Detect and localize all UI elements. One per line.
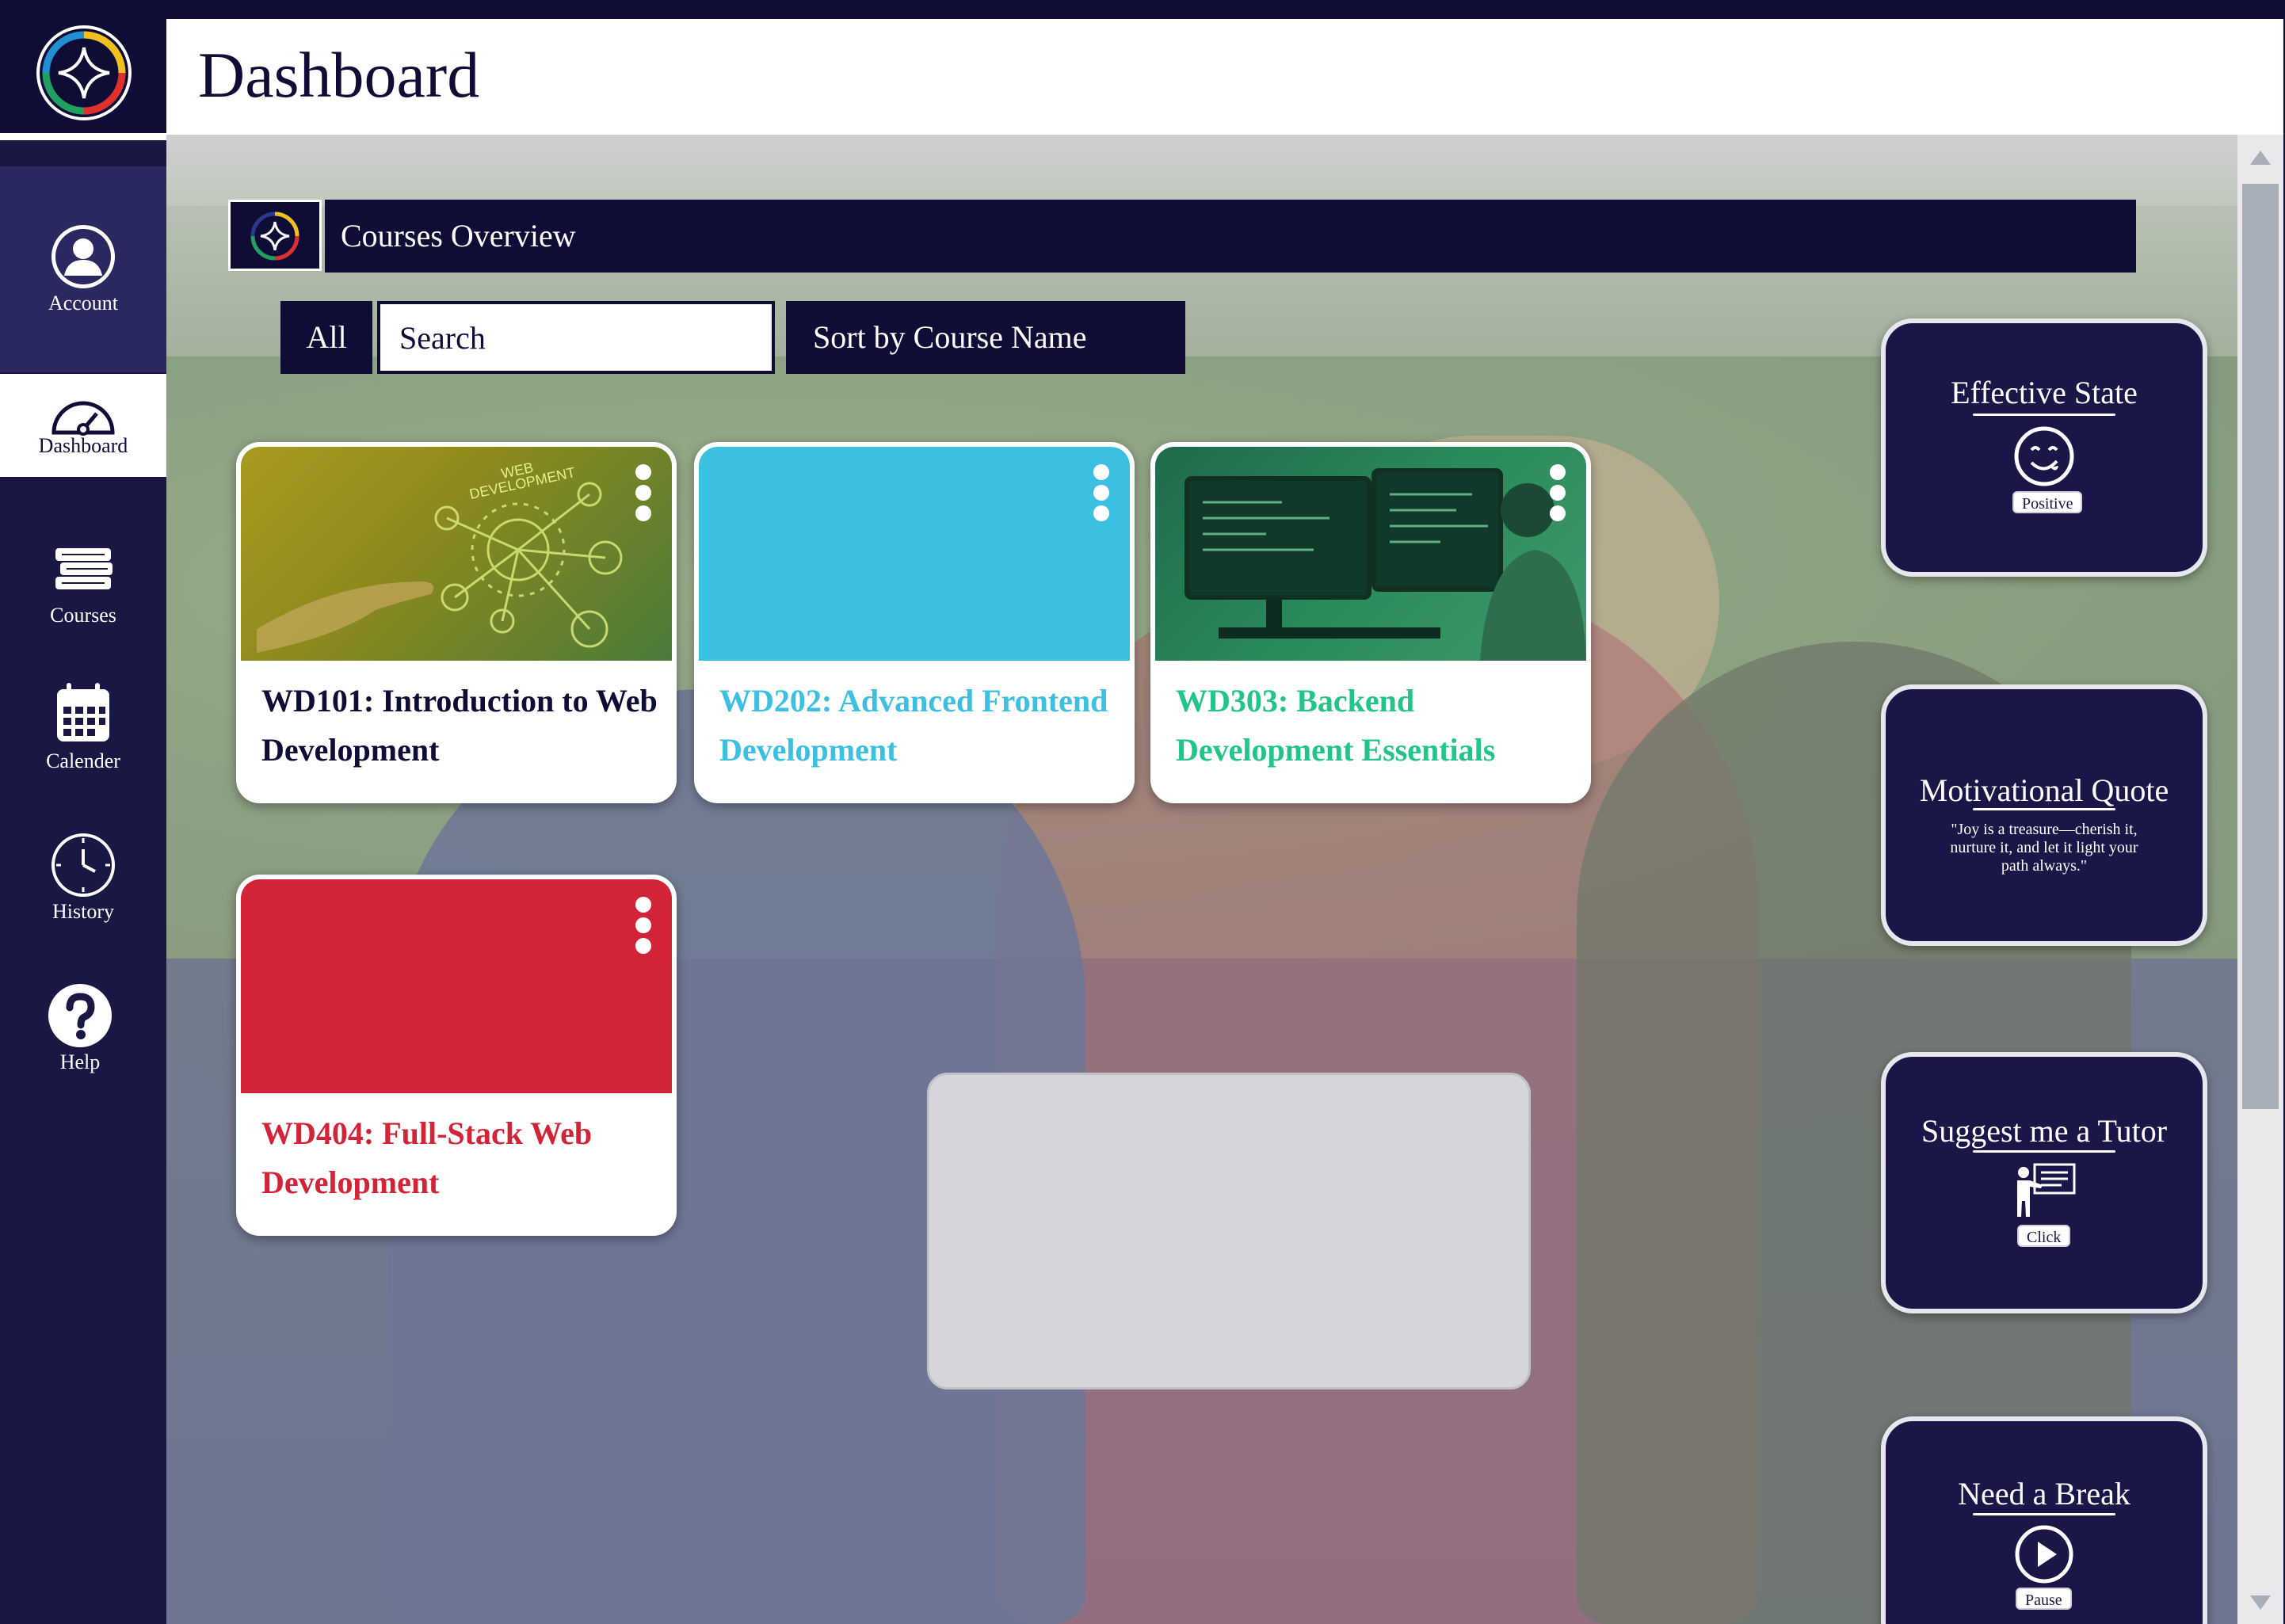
filter-all-button[interactable]: All — [280, 301, 372, 374]
quote-text: "Joy is a treasure—cherish it, nurture i… — [1950, 821, 2138, 875]
sidebar-item-courses[interactable]: Courses — [0, 528, 166, 631]
gauge-icon — [51, 401, 115, 436]
sidebar-item-account[interactable]: Account — [0, 166, 166, 372]
widget-title: Need a Break — [1958, 1476, 2131, 1512]
user-icon — [51, 225, 115, 288]
app-logo[interactable] — [0, 0, 166, 135]
scrollbar[interactable] — [2237, 135, 2283, 1624]
course-title: WD303: Backend Development Essentials — [1176, 683, 1496, 768]
sidebar-item-label: History — [52, 900, 114, 923]
sidebar-item-calender[interactable]: Calender — [0, 673, 166, 776]
card-menu-icon[interactable] — [1090, 464, 1112, 521]
search-input[interactable] — [377, 301, 775, 374]
need-break-widget: Need a Break Pause — [1881, 1416, 2207, 1624]
sidebar-item-label: Courses — [50, 604, 116, 627]
course-card[interactable]: WD404: Full-Stack Web Development — [236, 875, 677, 1236]
pause-button[interactable]: Pause — [2016, 1588, 2072, 1610]
courses-overview-bar: Courses Overview — [325, 200, 2136, 273]
course-card[interactable]: WD303: Backend Development Essentials — [1150, 442, 1591, 803]
sort-dropdown[interactable]: Sort by Course Name — [786, 301, 1185, 374]
widget-title: Motivational Quote — [1919, 772, 2169, 808]
sidebar-item-label: Dashboard — [38, 434, 128, 457]
state-badge: Positive — [2012, 491, 2083, 513]
calendar-icon — [57, 683, 109, 741]
widget-title: Effective State — [1951, 375, 2138, 410]
course-thumbnail — [241, 879, 672, 1093]
sidebar-item-history[interactable]: History — [0, 824, 166, 927]
course-thumbnail — [1155, 447, 1586, 661]
suggest-tutor-button[interactable]: Click — [2017, 1225, 2071, 1247]
top-strip — [0, 0, 2285, 19]
web-development-image: WEB DEVELOPMENT — [257, 459, 623, 653]
sidebar-item-label: Calender — [46, 749, 120, 772]
course-thumbnail: WEB DEVELOPMENT — [241, 447, 672, 661]
help-icon — [48, 984, 112, 1047]
developer-at-monitors-image — [1184, 468, 1586, 661]
suggest-tutor-widget: Suggest me a Tutor Click — [1881, 1052, 2207, 1313]
course-title: WD202: Advanced Frontend Development — [719, 683, 1108, 768]
sidebar-item-dashboard[interactable]: Dashboard — [0, 374, 166, 477]
widget-title: Suggest me a Tutor — [1921, 1113, 2168, 1149]
smiley-icon — [2014, 426, 2074, 486]
card-menu-icon[interactable] — [1547, 464, 1569, 521]
card-menu-icon[interactable] — [632, 897, 654, 954]
page-title: Dashboard — [198, 39, 480, 111]
overview-logo — [228, 200, 322, 271]
course-title: WD404: Full-Stack Web Development — [261, 1115, 593, 1200]
motivational-quote-widget: Motivational Quote "Joy is a treasure—ch… — [1881, 684, 2207, 946]
scroll-up-arrow[interactable] — [2250, 151, 2271, 165]
section-title: Courses Overview — [341, 218, 576, 254]
books-icon — [55, 548, 113, 589]
tutor-icon — [2017, 1163, 2076, 1217]
course-card[interactable]: WEB DEVELOPMENT WD101: Introduction to W… — [236, 442, 677, 803]
card-menu-icon[interactable] — [632, 464, 654, 521]
clock-icon — [51, 833, 115, 897]
sidebar: Account Dashboard Courses Calender Histo… — [0, 0, 166, 1624]
course-title: WD101: Introduction to Web Development — [261, 683, 658, 768]
logo-icon — [36, 25, 132, 120]
sidebar-item-label: Help — [59, 1050, 101, 1073]
course-card[interactable]: WD202: Advanced Frontend Development — [694, 442, 1135, 803]
course-thumbnail — [699, 447, 1130, 661]
sidebar-item-help[interactable]: Help — [0, 974, 163, 1077]
page-header: Dashboard — [166, 19, 2283, 135]
logo-icon — [250, 212, 299, 261]
play-icon[interactable] — [2014, 1524, 2074, 1584]
sidebar-item-label: Account — [48, 292, 119, 315]
scroll-down-arrow[interactable] — [2250, 1595, 2271, 1610]
scroll-thumb[interactable] — [2242, 184, 2279, 1109]
effective-state-widget: Effective State Positive — [1881, 318, 2207, 577]
